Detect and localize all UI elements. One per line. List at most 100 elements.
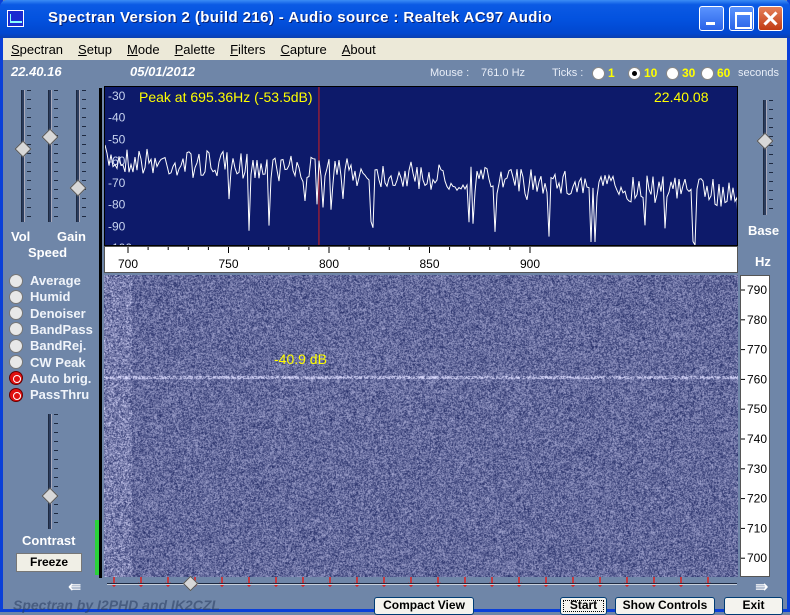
speed-label: Speed bbox=[28, 245, 68, 260]
option-label: CW Peak bbox=[30, 354, 86, 370]
wf-tick-label: 720 bbox=[747, 492, 767, 506]
maximize-button[interactable] bbox=[729, 6, 754, 31]
option-label: BandPass bbox=[30, 321, 93, 337]
option-toggle[interactable] bbox=[9, 387, 23, 402]
menu-filters[interactable]: Filters bbox=[230, 42, 265, 57]
option-toggle[interactable] bbox=[9, 371, 23, 386]
option-cw-peak[interactable]: CW Peak bbox=[9, 355, 86, 370]
app-icon[interactable] bbox=[7, 10, 24, 27]
option-toggle[interactable] bbox=[9, 322, 23, 337]
wf-tick-label: 740 bbox=[747, 432, 767, 446]
option-label: PassThru bbox=[30, 387, 90, 403]
option-passthru[interactable]: PassThru bbox=[9, 387, 89, 402]
scroll-right-arrow[interactable]: ⇛ bbox=[755, 577, 768, 597]
freq-tick-label: 750 bbox=[219, 257, 239, 271]
spectrum-trace bbox=[105, 144, 737, 245]
tick-option-1[interactable]: 1 bbox=[592, 66, 615, 80]
option-toggle[interactable] bbox=[9, 355, 23, 369]
menu-mode[interactable]: Mode bbox=[127, 42, 160, 57]
option-average[interactable]: Average bbox=[9, 273, 81, 288]
tick-option-label: 1 bbox=[608, 66, 615, 80]
menu-spectran[interactable]: Spectran bbox=[11, 42, 63, 57]
spectrum-time: 22.40.08 bbox=[654, 89, 709, 105]
spectrum-plot[interactable]: -30-40-50-60-70-80-90-100 Peak at 695.36… bbox=[104, 86, 738, 246]
menu-palette[interactable]: Palette bbox=[175, 42, 215, 57]
waterfall-axis-svg: 790 780 770 760 750 740 730 720 710 700 bbox=[741, 283, 767, 565]
waterfall-frequency-axis: 790 780 770 760 750 740 730 720 710 700 bbox=[740, 275, 770, 577]
scroll-left-arrow[interactable]: ⇚ bbox=[68, 577, 81, 597]
waterfall-display[interactable]: -40.9 dB bbox=[104, 275, 738, 577]
gain-label: Gain bbox=[57, 229, 86, 244]
horizontal-slider[interactable] bbox=[107, 575, 737, 592]
option-label: Auto brig. bbox=[30, 370, 92, 386]
option-label: Average bbox=[30, 273, 81, 288]
wf-tick-label: 780 bbox=[747, 313, 767, 327]
gain-slider[interactable] bbox=[69, 90, 87, 222]
horizontal-slider-thumb[interactable] bbox=[182, 575, 199, 592]
show-controls-button[interactable]: Show Controls bbox=[615, 597, 715, 615]
wf-tick-label: 710 bbox=[747, 521, 767, 535]
option-auto-brig[interactable]: Auto brig. bbox=[9, 371, 91, 386]
option-toggle[interactable] bbox=[9, 306, 23, 321]
db-tick-label: -50 bbox=[108, 132, 126, 146]
tick-option-10[interactable]: 10 bbox=[628, 66, 657, 80]
base-slider[interactable] bbox=[756, 100, 774, 215]
tick-radio-selected[interactable] bbox=[628, 66, 641, 80]
tick-option-60[interactable]: 60 bbox=[701, 66, 730, 80]
close-button[interactable] bbox=[758, 6, 783, 31]
freq-tick-label: 800 bbox=[319, 257, 339, 271]
db-tick-label: -40 bbox=[108, 111, 126, 125]
title-bar[interactable]: Spectran Version 2 (build 216) - Audio s… bbox=[0, 0, 790, 38]
wf-tick-label: 760 bbox=[747, 372, 767, 386]
wf-tick-label: 730 bbox=[747, 462, 767, 476]
option-bandrej[interactable]: BandRej. bbox=[9, 338, 86, 353]
option-toggle[interactable] bbox=[9, 273, 23, 288]
vol-slider[interactable] bbox=[14, 90, 32, 222]
minimize-button[interactable] bbox=[699, 6, 724, 31]
tick-radio[interactable] bbox=[666, 66, 679, 80]
menu-capture[interactable]: Capture bbox=[280, 42, 326, 57]
peak-readout: Peak at 695.36Hz (-53.5dB) bbox=[139, 89, 313, 105]
tick-option-30[interactable]: 30 bbox=[666, 66, 695, 80]
vol-label: Vol bbox=[11, 229, 31, 244]
ticks-label: Ticks : bbox=[552, 67, 584, 79]
db-tick-label: -70 bbox=[108, 176, 126, 190]
option-humid[interactable]: Humid bbox=[9, 289, 70, 304]
tick-option-label: 30 bbox=[682, 66, 696, 80]
freq-tick-label: 700 bbox=[118, 257, 138, 271]
option-label: Humid bbox=[30, 289, 71, 305]
exit-button[interactable]: Exit bbox=[724, 597, 783, 615]
contrast-label: Contrast bbox=[22, 533, 76, 548]
option-label: Denoiser bbox=[30, 305, 86, 321]
waterfall-canvas bbox=[104, 275, 738, 577]
compact-view-button[interactable]: Compact View bbox=[374, 597, 474, 615]
hz-label: Hz bbox=[755, 254, 771, 269]
wf-tick-label: 700 bbox=[747, 551, 767, 565]
tick-option-label: 60 bbox=[717, 66, 731, 80]
speed-slider[interactable] bbox=[41, 90, 59, 222]
menu-setup[interactable]: Setup bbox=[78, 42, 112, 57]
frequency-axis: 700 750 800 850 900 bbox=[104, 246, 738, 273]
db-tick-label: -90 bbox=[108, 219, 126, 233]
tick-radio[interactable] bbox=[592, 66, 605, 80]
option-toggle[interactable] bbox=[9, 289, 23, 304]
option-bandpass[interactable]: BandPass bbox=[9, 322, 93, 337]
contrast-slider[interactable] bbox=[41, 414, 59, 529]
level-meter bbox=[95, 520, 99, 575]
main-window: Spectran Version 2 (build 216) - Audio s… bbox=[0, 0, 790, 615]
option-denoiser[interactable]: Denoiser bbox=[9, 306, 86, 321]
option-label: BandRej. bbox=[30, 338, 87, 354]
tick-radio[interactable] bbox=[701, 66, 714, 80]
wf-tick-label: 790 bbox=[747, 283, 767, 297]
start-button[interactable]: Start bbox=[560, 597, 607, 615]
frequency-axis-svg: 700 750 800 850 900 bbox=[118, 247, 540, 271]
clock-date: 05/01/2012 bbox=[130, 64, 196, 79]
mouse-label: Mouse : bbox=[430, 67, 470, 79]
wf-tick-label: 770 bbox=[747, 343, 767, 357]
tick-option-label: 10 bbox=[644, 66, 658, 80]
menu-about[interactable]: About bbox=[342, 42, 376, 57]
clock-time: 22.40.16 bbox=[11, 64, 62, 79]
status-text: Spectran by I2PHD and IK2CZL bbox=[13, 597, 220, 613]
freeze-button[interactable]: Freeze bbox=[16, 553, 82, 572]
option-toggle[interactable] bbox=[9, 338, 23, 353]
